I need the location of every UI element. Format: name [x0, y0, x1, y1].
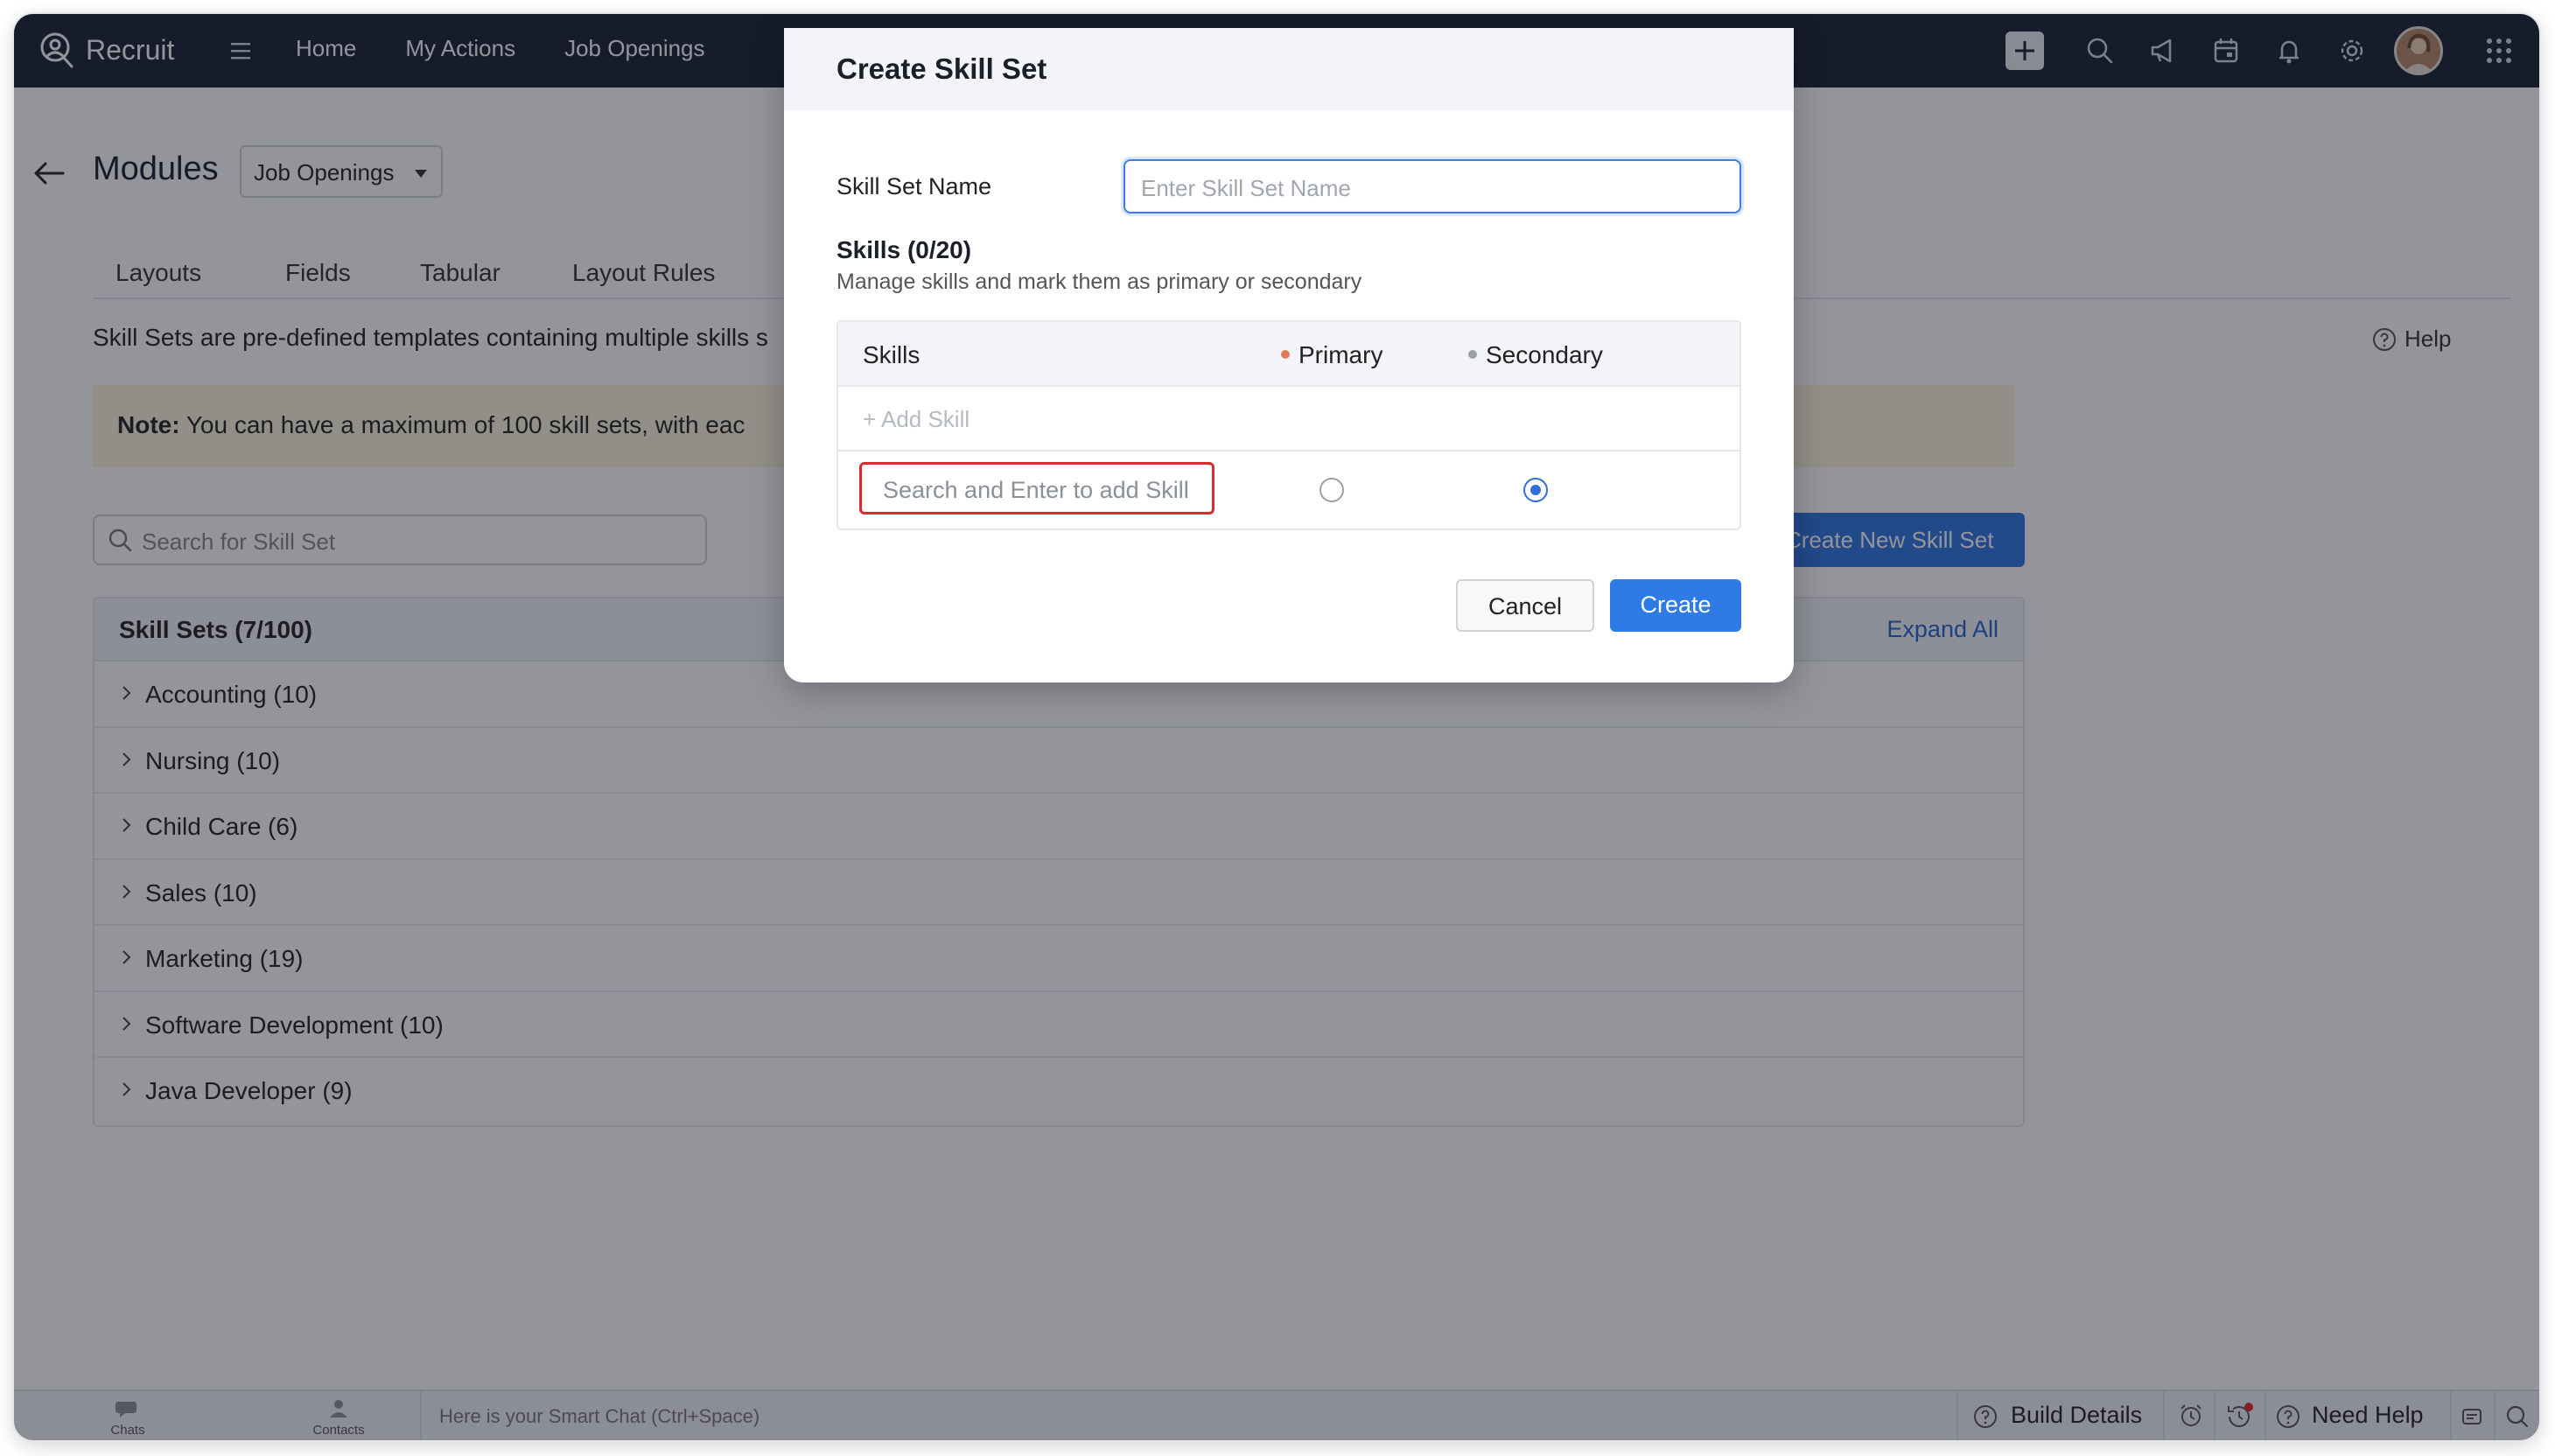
skill-set-name-input[interactable]: Enter Skill Set Name — [1124, 159, 1741, 214]
add-skill-row[interactable]: + Add Skill — [838, 387, 1740, 452]
primary-label: Primary — [1298, 341, 1383, 368]
skills-table-header: Skills Primary Secondary — [838, 322, 1740, 387]
cancel-button[interactable]: Cancel — [1456, 579, 1594, 632]
primary-dot-icon — [1281, 349, 1290, 359]
skill-search-input[interactable]: Search and Enter to add Skill — [859, 462, 1214, 514]
create-button[interactable]: Create — [1610, 579, 1741, 632]
skill-entry-row: Search and Enter to add Skill — [838, 452, 1740, 528]
skill-search-placeholder: Search and Enter to add Skill — [883, 477, 1189, 503]
skill-set-name-placeholder: Enter Skill Set Name — [1141, 175, 1351, 201]
column-header-skills: Skills — [863, 341, 920, 368]
column-header-primary: Primary — [1281, 341, 1382, 369]
skills-table: Skills Primary Secondary + Add Skill Sea… — [836, 320, 1741, 530]
dialog-title: Create Skill Set — [836, 52, 1047, 85]
primary-radio[interactable] — [1320, 478, 1344, 502]
skills-count-heading: Skills (0/20) — [836, 236, 972, 263]
column-header-secondary: Secondary — [1468, 341, 1603, 369]
secondary-radio[interactable] — [1523, 478, 1548, 502]
create-skill-set-dialog: Create Skill Set Skill Set Name Enter Sk… — [784, 28, 1794, 682]
add-skill-link[interactable]: + Add Skill — [863, 406, 970, 433]
skills-subtitle: Manage skills and mark them as primary o… — [836, 270, 1362, 294]
dialog-header: Create Skill Set — [784, 28, 1794, 110]
secondary-dot-icon — [1468, 349, 1477, 359]
skill-set-name-label: Skill Set Name — [836, 173, 992, 200]
secondary-label: Secondary — [1486, 341, 1603, 368]
app-window: Recruit Home My Actions Job Openings Mod… — [14, 14, 2539, 1440]
